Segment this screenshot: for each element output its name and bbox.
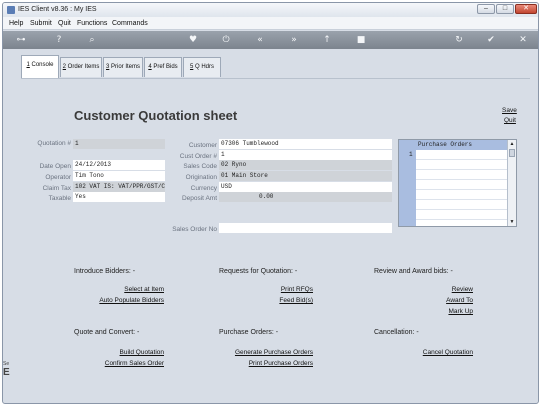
tab-order-items[interactable]: 2 Order Items bbox=[60, 57, 102, 77]
auto-populate-bidders-link[interactable]: Auto Populate Bidders bbox=[81, 297, 164, 304]
console-panel: Customer Quotation sheet Save Quit Quota… bbox=[21, 78, 530, 385]
tab-prior-items[interactable]: 3 Prior Items bbox=[103, 57, 143, 77]
confirm-sales-order-link[interactable]: Confirm Sales Order bbox=[81, 360, 164, 367]
review-link[interactable]: Review bbox=[431, 286, 473, 293]
heart-icon[interactable]: ♥ bbox=[187, 34, 199, 46]
maximize-button[interactable]: □ bbox=[496, 4, 514, 14]
list-item[interactable] bbox=[416, 150, 508, 160]
menu-bar: Help Submit Quit Functions Commands bbox=[3, 17, 538, 30]
cust-order-label: Cust Order # bbox=[179, 153, 217, 160]
scroll-up-icon[interactable]: ▲ bbox=[508, 140, 516, 148]
purchase-orders-header: Purchase Orders bbox=[416, 140, 508, 150]
cancellation-heading: Cancellation: - bbox=[374, 329, 419, 336]
side-strip: Se E bbox=[3, 361, 17, 391]
save-link[interactable]: Save bbox=[502, 107, 517, 114]
title-bar: IES Client v8.36 : My IES – □ ✕ bbox=[3, 3, 538, 17]
generate-purchase-orders-link[interactable]: Generate Purchase Orders bbox=[221, 349, 313, 356]
claim-tax-label: Claim Tax bbox=[42, 185, 71, 192]
menu-commands[interactable]: Commands bbox=[112, 20, 148, 27]
list-item[interactable] bbox=[416, 160, 508, 170]
quote-heading: Quote and Convert: - bbox=[74, 329, 140, 336]
search-icon[interactable]: ⌕ bbox=[86, 34, 98, 46]
review-heading: Review and Award bids: - bbox=[374, 268, 453, 275]
quotation-label: Quotation # bbox=[37, 140, 71, 147]
upload-icon[interactable]: ↑ bbox=[321, 34, 333, 46]
tab-pref-bids[interactable]: 4 Pref Bids bbox=[144, 57, 182, 77]
stop-icon[interactable]: ■ bbox=[355, 34, 367, 46]
page-title: Customer Quotation sheet bbox=[74, 108, 238, 123]
row-gutter bbox=[399, 140, 416, 226]
origination-field[interactable]: 01 Main Store bbox=[219, 171, 392, 181]
build-quotation-link[interactable]: Build Quotation bbox=[81, 349, 164, 356]
customer-label: Customer bbox=[188, 142, 217, 149]
minimize-button[interactable]: – bbox=[477, 4, 495, 14]
feed-bids-link[interactable]: Feed Bid(s) bbox=[243, 297, 313, 304]
list-item[interactable] bbox=[416, 190, 508, 200]
customer-field[interactable]: 07306 Tumblewood bbox=[219, 139, 392, 149]
taxable-label: Taxable bbox=[48, 195, 71, 202]
list-row-number: 1 bbox=[409, 151, 413, 158]
purchase-orders-heading: Purchase Orders: - bbox=[219, 329, 279, 336]
sales-order-label: Sales Order No bbox=[172, 226, 217, 233]
currency-label: Currency bbox=[190, 185, 217, 192]
app-window: IES Client v8.36 : My IES – □ ✕ Help Sub… bbox=[2, 2, 539, 404]
rfq-heading: Requests for Quotation: - bbox=[219, 268, 298, 275]
key-icon[interactable]: ⊶ bbox=[11, 34, 31, 46]
help-icon[interactable]: ? bbox=[53, 34, 65, 46]
operator-label: Operator bbox=[45, 174, 71, 181]
close-button[interactable]: ✕ bbox=[515, 4, 537, 14]
print-rfqs-link[interactable]: Print RFQs bbox=[243, 286, 313, 293]
tab-console[interactable]: 1 Console bbox=[21, 55, 59, 78]
scroll-thumb[interactable] bbox=[509, 149, 515, 157]
award-to-link[interactable]: Award To bbox=[431, 297, 473, 304]
refresh-icon[interactable]: ↻ bbox=[453, 34, 465, 46]
sales-code-field[interactable]: 02 Ryno bbox=[219, 160, 392, 170]
menu-quit[interactable]: Quit bbox=[58, 20, 71, 27]
confirm-icon[interactable]: ✔ bbox=[485, 34, 497, 46]
menu-submit[interactable]: Submit bbox=[30, 20, 52, 27]
date-open-field[interactable]: 24/12/2013 bbox=[73, 160, 165, 170]
introduce-heading: Introduce Bidders: - bbox=[74, 268, 136, 275]
sales-code-label: Sales Code bbox=[183, 163, 217, 170]
quotation-field[interactable]: 1 bbox=[73, 139, 165, 149]
claim-tax-field[interactable]: 102 VAT IS: VAT/PPR/GST/C bbox=[73, 182, 165, 192]
currency-field[interactable]: USD bbox=[219, 182, 392, 192]
list-item[interactable] bbox=[416, 210, 508, 220]
purchase-orders-list[interactable]: Purchase Orders 1 ▲ ▼ bbox=[398, 139, 517, 227]
list-scrollbar[interactable]: ▲ ▼ bbox=[507, 140, 516, 226]
list-item[interactable] bbox=[416, 170, 508, 180]
origination-label: Origination bbox=[185, 174, 217, 181]
cancel-icon[interactable]: ✕ bbox=[517, 34, 529, 46]
tab-q-hdrs[interactable]: 5 Q Hdrs bbox=[183, 57, 221, 77]
cancel-quotation-link[interactable]: Cancel Quotation bbox=[401, 349, 473, 356]
deposit-label: Deposit Amt bbox=[181, 195, 217, 202]
app-icon bbox=[7, 6, 15, 14]
toolbar: ⊶ ? ⌕ ♥ ⏻ « » ↑ ■ ↻ ✔ ✕ bbox=[3, 31, 538, 49]
side-strip-icon: E bbox=[3, 367, 10, 378]
taxable-field[interactable]: Yes bbox=[73, 192, 165, 202]
quit-link[interactable]: Quit bbox=[504, 117, 516, 124]
power-icon[interactable]: ⏻ bbox=[220, 34, 232, 46]
print-purchase-orders-link[interactable]: Print Purchase Orders bbox=[221, 360, 313, 367]
list-item[interactable] bbox=[416, 200, 508, 210]
tab-strip: 1 Console 2 Order Items 3 Prior Items 4 … bbox=[3, 49, 538, 79]
deposit-field[interactable]: 0.00 bbox=[219, 192, 392, 202]
scroll-down-icon[interactable]: ▼ bbox=[508, 218, 516, 226]
mark-up-link[interactable]: Mark Up bbox=[431, 308, 473, 315]
list-item[interactable] bbox=[416, 180, 508, 190]
select-at-item-link[interactable]: Select at Item bbox=[91, 286, 164, 293]
operator-field[interactable]: Tim Tono bbox=[73, 171, 165, 181]
menu-functions[interactable]: Functions bbox=[77, 20, 107, 27]
window-title: IES Client v8.36 : My IES bbox=[18, 6, 97, 13]
menu-help[interactable]: Help bbox=[9, 20, 23, 27]
date-open-label: Date Open bbox=[39, 163, 71, 170]
sales-order-field[interactable] bbox=[219, 223, 392, 233]
forward-icon[interactable]: » bbox=[288, 34, 300, 46]
rewind-icon[interactable]: « bbox=[254, 34, 266, 46]
cust-order-field[interactable]: 1 bbox=[219, 150, 392, 160]
